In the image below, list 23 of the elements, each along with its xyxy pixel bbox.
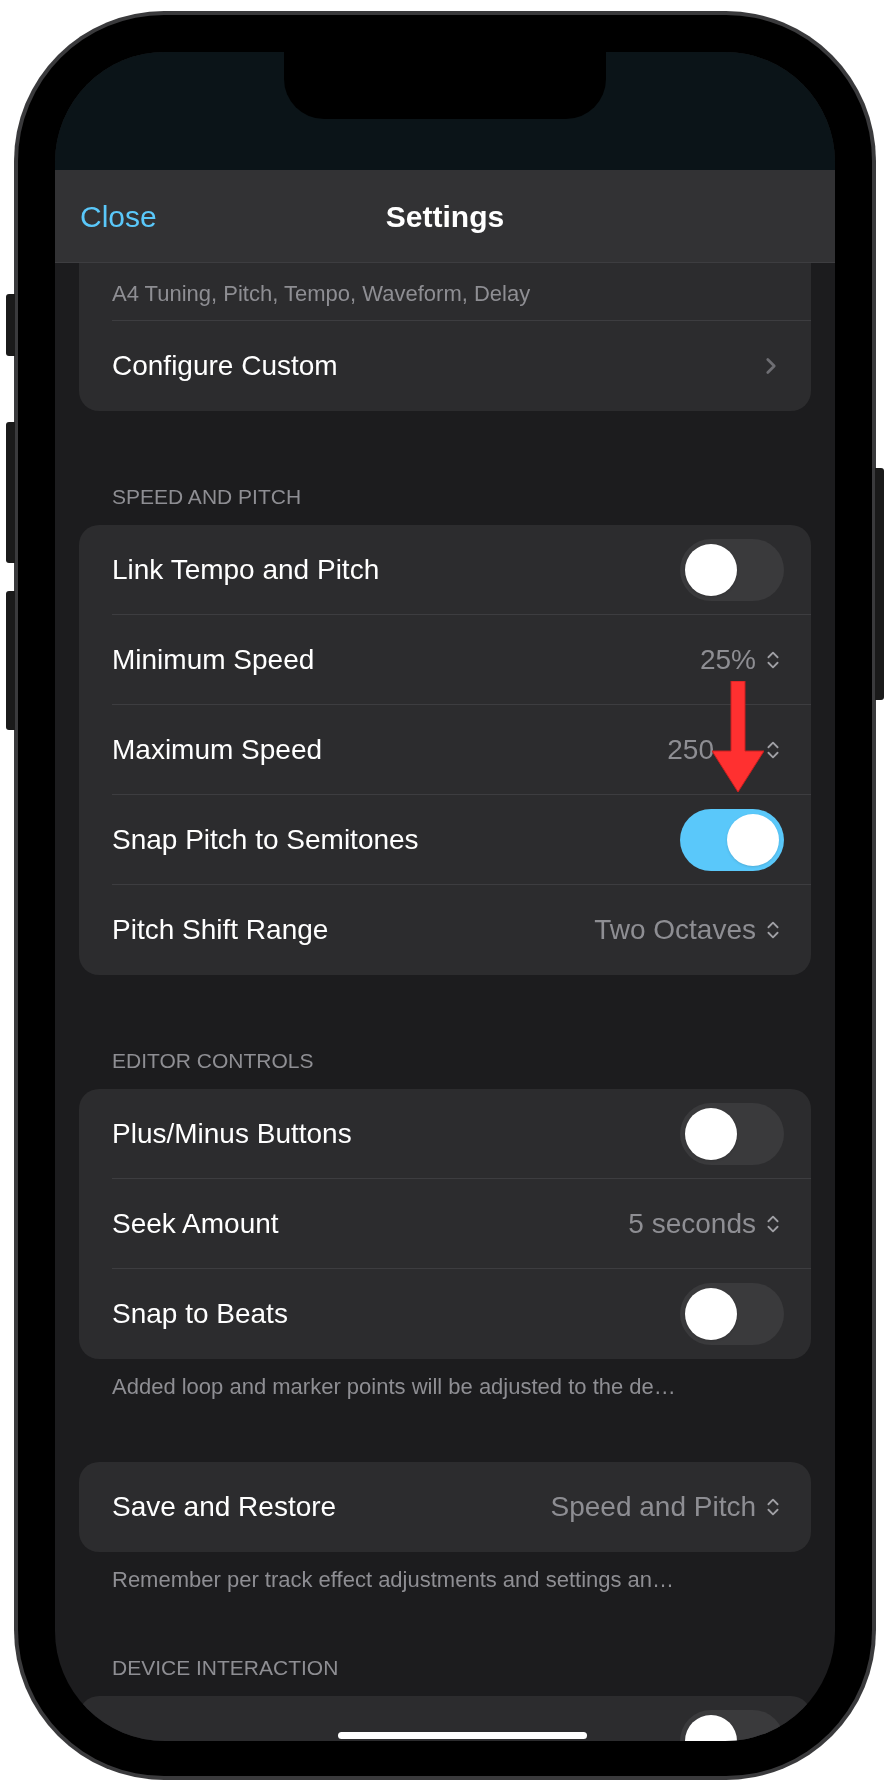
screen-title: Settings: [385, 198, 505, 235]
row-title: Pitch Shift Range: [112, 913, 329, 947]
row-title: Snap Pitch to Semitones: [112, 822, 419, 857]
row-title: Configure Custom: [112, 349, 338, 383]
row-title: Link Tempo and Pitch: [112, 552, 380, 587]
row-title: Minimum Speed: [112, 642, 315, 677]
row-title: Save and Restore: [112, 1490, 337, 1524]
section-footer: Added loop and marker points will be adjusted to the de…: [112, 1375, 835, 1399]
section-header: SPEED AND PITCH: [112, 485, 303, 509]
row-title: Plus/Minus Buttons: [112, 1116, 352, 1151]
section-header: EDITOR CONTROLS: [112, 1049, 315, 1073]
row-subtitle: A4 Tuning, Pitch, Tempo, Waveform, Delay: [112, 280, 531, 308]
close-button[interactable]: Close: [80, 193, 157, 239]
picker-value[interactable]: Speed and Pitch: [550, 1486, 756, 1528]
picker-value[interactable]: 25%: [699, 638, 756, 681]
picker-value[interactable]: 250: [667, 728, 714, 771]
row-title: Snap to Beats: [112, 1297, 288, 1331]
section-footer: Remember per track effect adjustments and settings an…: [112, 1568, 835, 1592]
picker-value[interactable]: 5 seconds: [628, 1202, 756, 1245]
section-header: DEVICE INTERACTION: [112, 1656, 340, 1680]
picker-value[interactable]: Two Octaves: [594, 909, 756, 951]
row-title: Seek Amount: [112, 1206, 279, 1241]
row-title: Maximum Speed: [112, 732, 323, 767]
